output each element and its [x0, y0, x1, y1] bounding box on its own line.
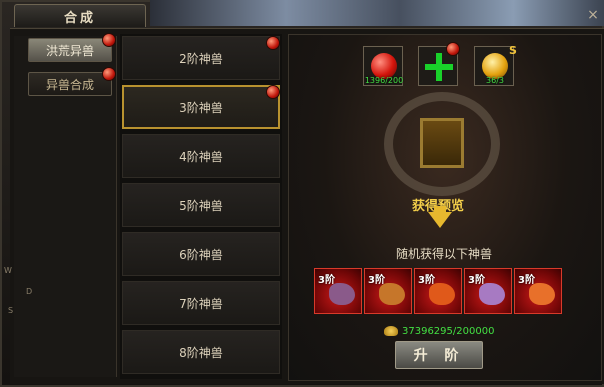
window-title: 合成	[14, 4, 146, 27]
material-slot-red[interactable]: 1396/200	[363, 46, 403, 86]
random-reward-label: 随机获得以下神兽	[395, 247, 492, 261]
nav-letter-s: S	[8, 306, 14, 315]
add-slot-alert-dot	[446, 42, 460, 56]
tab-primordial-beast[interactable]: 洪荒异兽	[28, 38, 112, 62]
gold-ingot-icon	[384, 326, 398, 336]
list-item-tier-3[interactable]: 3阶神兽	[122, 85, 280, 129]
nav-letter-w: W	[4, 266, 12, 275]
beast-card[interactable]: 3阶	[414, 268, 462, 314]
upgrade-button[interactable]: 升 阶	[395, 341, 483, 369]
result-slot[interactable]	[420, 118, 464, 168]
material-count-gold: 36/3	[486, 76, 504, 85]
list-item-tier-5[interactable]: 5阶神兽	[122, 183, 280, 227]
list-item-tier-2[interactable]: 2阶神兽	[122, 36, 280, 80]
plus-icon	[425, 53, 453, 81]
beast-icon	[529, 283, 555, 305]
material-count-red: 1396/200	[364, 76, 404, 85]
beast-icon	[429, 283, 455, 305]
beast-card[interactable]: 3阶	[514, 268, 562, 314]
beast-card[interactable]: 3阶	[314, 268, 362, 314]
beast-icon	[379, 283, 405, 305]
rank-badge: S	[509, 44, 517, 57]
list-item-tier-7[interactable]: 7阶神兽	[122, 281, 280, 325]
tab-primordial-alert-dot	[102, 33, 116, 47]
list-item-tier-4[interactable]: 4阶神兽	[122, 134, 280, 178]
nav-letter-d: D	[26, 287, 33, 296]
list-item-tier-8[interactable]: 8阶神兽	[122, 330, 280, 374]
tab-synthesis-alert-dot	[102, 67, 116, 81]
close-button[interactable]: ×	[584, 6, 602, 24]
tab-beast-synthesis[interactable]: 异兽合成	[28, 72, 112, 96]
material-slot-gold[interactable]: 36/3	[474, 46, 514, 86]
arrow-down-head	[428, 212, 452, 228]
cost-value: 37396295/200000	[402, 325, 495, 337]
top-decoration	[150, 0, 604, 26]
list-item-tier-6[interactable]: 6阶神兽	[122, 232, 280, 276]
beast-icon	[479, 283, 505, 305]
tier-2-alert-dot	[266, 36, 280, 50]
beast-card[interactable]: 3阶	[464, 268, 512, 314]
beast-card[interactable]: 3阶	[364, 268, 412, 314]
beast-icon	[329, 283, 355, 305]
tier-3-alert-dot	[266, 85, 280, 99]
cost-row: 37396295/200000	[384, 324, 494, 338]
